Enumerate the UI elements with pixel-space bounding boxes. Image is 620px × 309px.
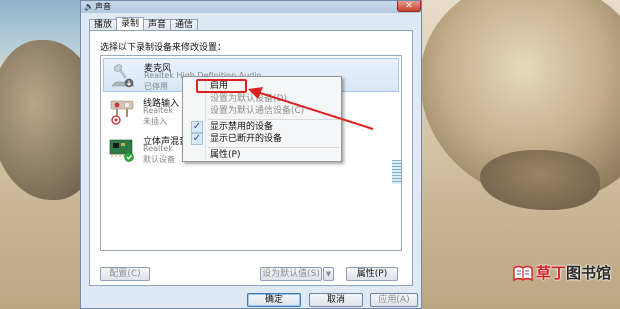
tab-communications[interactable]: 通信 — [170, 19, 199, 30]
cancel-button[interactable]: 取消 — [309, 293, 363, 307]
device-state: 未插入 — [143, 117, 167, 126]
checkmark-icon: ✓ — [191, 133, 203, 145]
device-state: 已停用 — [144, 82, 168, 91]
ok-button[interactable]: 确定 — [247, 293, 301, 307]
level-meter — [392, 160, 401, 184]
watermark: 草丁图书馆 — [512, 262, 616, 284]
menu-item-set-default-communication-device[interactable]: 设置为默认通信设备(C) — [185, 105, 339, 117]
menu-item-label: 显示已断开的设备 — [210, 134, 283, 144]
sound-card-icon — [109, 139, 134, 162]
properties-button[interactable]: 属性(P) — [346, 267, 398, 281]
microphone-icon — [111, 64, 135, 88]
book-logo-icon — [513, 265, 533, 282]
menu-item-properties[interactable]: 属性(P) — [185, 149, 339, 161]
menu-item-label: 显示禁用的设备 — [210, 122, 274, 132]
menu-item-label: 设置为默认设备(D) — [210, 94, 287, 104]
menu-item-show-disconnected-devices[interactable]: ✓ 显示已断开的设备 — [185, 133, 339, 145]
checkmark-icon: ✓ — [191, 121, 203, 133]
watermark-text-part2: 图书馆 — [566, 264, 612, 282]
title-bar[interactable]: 🔈 声音 ✕ — [81, 1, 421, 13]
tab-playback[interactable]: 播放 — [89, 19, 118, 30]
rock-lower — [480, 150, 600, 210]
instruction-text: 选择以下录制设备来修改设置： — [100, 43, 227, 53]
window-title: 声音 — [95, 2, 111, 11]
watermark-text: 草丁图书馆 — [536, 264, 611, 282]
set-default-button[interactable]: 设为默认值(S) — [260, 267, 322, 281]
line-in-jack-icon — [110, 100, 134, 125]
menu-item-show-disabled-devices[interactable]: ✓ 显示禁用的设备 — [185, 121, 339, 133]
menu-separator — [208, 119, 339, 120]
device-description: Realtek — [143, 144, 173, 153]
configure-button[interactable]: 配置(C) — [100, 267, 150, 281]
menu-item-label: 设置为默认通信设备(C) — [210, 106, 305, 116]
speaker-icon: 🔈 — [84, 2, 94, 11]
device-state: 默认设备 — [143, 155, 175, 164]
tab-sounds[interactable]: 声音 — [143, 19, 172, 30]
menu-separator — [208, 147, 339, 148]
watermark-text-part1: 草丁 — [536, 264, 567, 282]
close-button[interactable]: ✕ — [397, 1, 421, 12]
menu-item-set-default-device[interactable]: 设置为默认设备(D) — [185, 93, 339, 105]
menu-item-label: 属性(P) — [210, 150, 241, 160]
set-default-dropdown-button[interactable]: ▼ — [323, 267, 334, 281]
device-description: Realtek — [143, 106, 173, 115]
tab-recording[interactable]: 录制 — [116, 17, 145, 30]
apply-button[interactable]: 应用(A) — [370, 293, 418, 307]
annotation-highlight-box — [196, 79, 247, 93]
